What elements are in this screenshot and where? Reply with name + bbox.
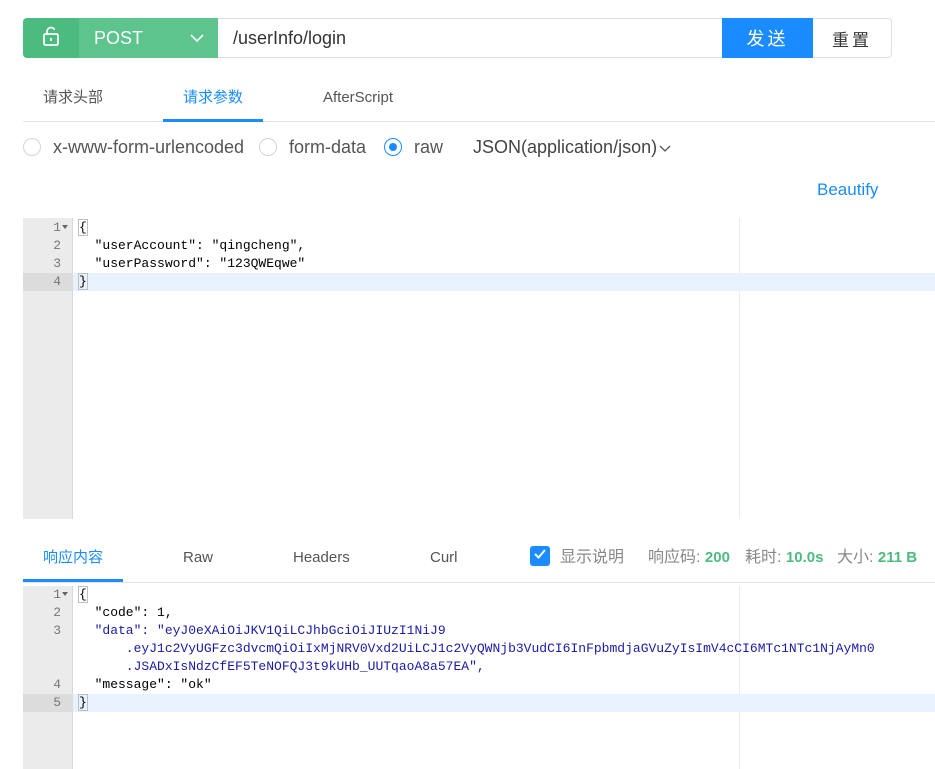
line-number: 5	[23, 694, 73, 712]
code-line-wrap: .JSADxIsNdzCfEF5TeNOFQJ3t9kUHb_UUTqaoA8a…	[23, 658, 935, 676]
code-token: {	[78, 586, 88, 603]
code-line: 3 "userPassword": "123QWEqwe"	[23, 255, 935, 273]
code-token: }	[78, 694, 88, 711]
check-icon	[533, 547, 547, 565]
radio-raw[interactable]	[384, 138, 402, 156]
line-number: 4	[53, 677, 61, 692]
response-body-editor[interactable]: 1 { 2 "code": 1, 3 "data": "eyJ0eXAiOiJK…	[23, 586, 935, 769]
code-line: 4 "message": "ok"	[23, 676, 935, 694]
code-line: 1 {	[23, 586, 935, 604]
active-tab-indicator	[23, 579, 123, 582]
code-line: 2 "userAccount": "qingcheng",	[23, 237, 935, 255]
code-line: 1 {	[23, 219, 935, 237]
code-text: "userAccount": "qingcheng",	[79, 238, 306, 253]
beautify-button[interactable]: Beautify	[817, 180, 878, 200]
request-body-editor[interactable]: 1 { 2 "userAccount": "qingcheng", 3 "use…	[23, 218, 935, 519]
code-text: {	[78, 219, 88, 237]
status-value: 200	[704, 549, 730, 566]
code-text: }	[78, 694, 88, 712]
tab-response-content[interactable]: 响应内容	[43, 548, 103, 568]
status-code: 响应码: 200	[648, 547, 730, 569]
send-button[interactable]: 发送	[722, 18, 813, 58]
chevron-down-icon	[190, 33, 204, 43]
size-value: 211 B	[877, 549, 918, 566]
content-type-select[interactable]: JSON(application/json)	[473, 136, 671, 158]
code-line-active: 5 }	[23, 694, 935, 712]
line-number: 1	[53, 587, 61, 602]
tab-curl[interactable]: Curl	[430, 548, 458, 568]
code-text: "data": "eyJ0eXAiOiJKV1QiLCJhbGciOiJIUzI…	[79, 623, 446, 638]
radio-urlencoded[interactable]	[23, 138, 41, 156]
time-value: 10.0s	[785, 549, 824, 566]
code-line-wrap: .eyJ1c2VyUGFzc3dvcmQiOiIxMjNRV0Vxd2UiLCJ…	[23, 640, 935, 658]
unlock-icon	[42, 26, 60, 51]
active-tab-indicator	[163, 119, 263, 122]
code-text: {	[78, 586, 88, 604]
line-number: 3	[53, 256, 61, 271]
radio-form-data-label[interactable]: form-data	[289, 136, 366, 158]
code-line: 3 "data": "eyJ0eXAiOiJKV1QiLCJhbGciOiJIU…	[23, 622, 935, 640]
tab-request-params[interactable]: 请求参数	[183, 88, 243, 108]
unlock-button[interactable]	[23, 18, 79, 58]
radio-urlencoded-label[interactable]: x-www-form-urlencoded	[53, 136, 244, 158]
line-number: 2	[53, 605, 61, 620]
radio-raw-label[interactable]: raw	[414, 136, 443, 158]
content-type-label: JSON(application/json)	[473, 137, 658, 157]
code-text: "userPassword": "123QWEqwe"	[79, 256, 306, 271]
line-number: 2	[53, 238, 61, 253]
chevron-down-icon	[659, 136, 671, 158]
code-text: "message": "ok"	[79, 677, 212, 692]
radio-form-data[interactable]	[259, 138, 277, 156]
code-token: {	[78, 219, 88, 236]
reset-button[interactable]: 重置	[813, 18, 892, 58]
line-number: 3	[53, 623, 61, 638]
response-tabs-divider	[23, 582, 935, 583]
tab-raw[interactable]: Raw	[183, 548, 213, 568]
code-token: }	[78, 273, 88, 290]
fold-arrow-icon[interactable]	[62, 225, 68, 229]
line-number: 4	[23, 273, 73, 291]
tabs-divider	[23, 121, 935, 122]
response-size: 大小: 211 B	[837, 547, 917, 569]
code-text: "code": 1,	[79, 605, 173, 620]
size-label: 大小:	[837, 549, 874, 566]
url-input[interactable]: /userInfo/login	[218, 18, 723, 58]
method-label: POST	[94, 27, 144, 48]
code-text: .JSADxIsNdzCfEF5TeNOFQJ3t9kUHb_UUTqaoA8a…	[79, 659, 485, 674]
tab-afterscript[interactable]: AfterScript	[323, 88, 393, 108]
response-time: 耗时: 10.0s	[745, 547, 823, 569]
show-description-label[interactable]: 显示说明	[560, 547, 624, 569]
code-line-active: 4 }	[23, 273, 935, 291]
status-label: 响应码:	[648, 549, 701, 566]
time-label: 耗时:	[745, 549, 782, 566]
show-description-checkbox[interactable]	[530, 546, 550, 566]
fold-arrow-icon[interactable]	[62, 592, 68, 596]
tab-headers[interactable]: Headers	[293, 548, 350, 568]
code-text: }	[78, 273, 88, 291]
code-text: .eyJ1c2VyUGFzc3dvcmQiOiIxMjNRV0Vxd2UiLCJ…	[79, 641, 875, 656]
code-line: 2 "code": 1,	[23, 604, 935, 622]
line-number: 1	[53, 220, 61, 235]
method-select[interactable]: POST	[79, 18, 218, 58]
tab-request-headers[interactable]: 请求头部	[43, 88, 103, 108]
